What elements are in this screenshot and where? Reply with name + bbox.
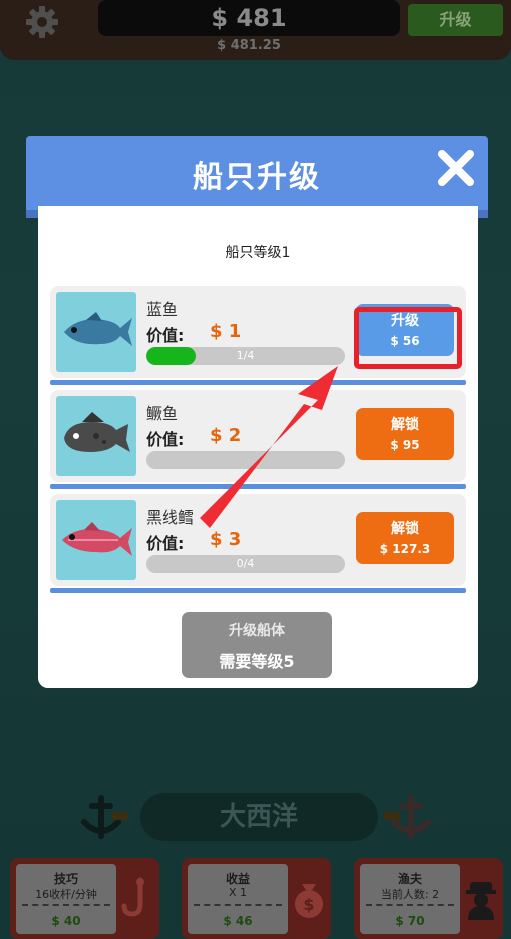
dialog-header: 船只升级 bbox=[26, 136, 488, 218]
fisherman-price: $ 70 bbox=[395, 914, 425, 928]
progress-text: 0/4 bbox=[236, 557, 255, 570]
top-upgrade-button[interactable]: 升级 bbox=[408, 4, 503, 36]
highlight-box bbox=[354, 307, 462, 369]
fish-progress-bar: 1/4 bbox=[146, 347, 345, 365]
skill-card[interactable]: 技巧 16收杆/分钟 $ 40 bbox=[10, 858, 159, 939]
ship-level-label: 船只等级1 bbox=[225, 245, 291, 261]
fish-value: $ 2 bbox=[210, 425, 242, 446]
skill-title: 技巧 bbox=[53, 872, 78, 886]
dialog-body: 船只等级1 蓝鱼 价值: $ 1 1/4 升级 $ 56 鳜鱼 价值: $ 2 … bbox=[38, 206, 478, 688]
fish-row-mandarin: 鳜鱼 价值: $ 2 解锁 $ 95 bbox=[50, 390, 466, 482]
fish-value-label: 价值: bbox=[146, 430, 185, 449]
row-separator bbox=[50, 380, 466, 385]
mandarin-fish-icon bbox=[64, 412, 130, 452]
money-exact: $ 481.25 bbox=[217, 38, 281, 53]
haddock-icon bbox=[62, 522, 132, 556]
svg-text:$: $ bbox=[303, 895, 314, 914]
divider bbox=[194, 904, 282, 906]
fish-value: $ 3 bbox=[210, 529, 242, 550]
unlock-button[interactable]: 解锁 $ 127.3 bbox=[356, 512, 454, 564]
fish-value-label: 价值: bbox=[146, 534, 185, 553]
close-icon[interactable] bbox=[436, 148, 476, 188]
button-cost: $ 95 bbox=[390, 438, 420, 452]
fisherman-card-panel: 渔夫 当前人数: 2 $ 70 bbox=[360, 864, 460, 934]
divider bbox=[366, 904, 454, 906]
fisherman-card[interactable]: 渔夫 当前人数: 2 $ 70 bbox=[354, 858, 503, 939]
anchor-icon-left[interactable] bbox=[72, 792, 130, 842]
hull-button-requirement: 需要等级5 bbox=[219, 652, 295, 671]
upgrade-hull-button[interactable]: 升级船体 需要等级5 bbox=[182, 612, 332, 678]
fish-progress-bar bbox=[146, 451, 345, 469]
fisherman-icon bbox=[466, 882, 496, 920]
fish-name: 蓝鱼 bbox=[146, 300, 179, 319]
fish-thumbnail bbox=[56, 500, 136, 580]
fish-name: 黑线鳕 bbox=[146, 508, 195, 527]
button-label: 解锁 bbox=[391, 521, 419, 537]
fish-progress-bar: 0/4 bbox=[146, 555, 345, 573]
gear-icon[interactable] bbox=[24, 4, 60, 40]
bluefish-icon bbox=[64, 312, 132, 346]
top-bar: $ 481 $ 481.25 升级 bbox=[0, 0, 511, 60]
fish-row-haddock: 黑线鳕 价值: $ 3 0/4 解锁 $ 127.3 bbox=[50, 494, 466, 586]
fisherman-sub: 当前人数: 2 bbox=[380, 888, 440, 901]
progress-text: 1/4 bbox=[236, 349, 255, 362]
fish-value: $ 1 bbox=[210, 321, 242, 342]
ocean-name: 大西洋 bbox=[140, 793, 378, 841]
unlock-button[interactable]: 解锁 $ 95 bbox=[356, 408, 454, 460]
money-bag-icon: $ bbox=[295, 884, 323, 918]
money-display: $ 481 bbox=[98, 0, 400, 36]
anchor-icon-right[interactable] bbox=[382, 792, 440, 842]
button-label: 解锁 bbox=[391, 417, 419, 433]
button-cost: $ 127.3 bbox=[379, 542, 431, 556]
row-separator bbox=[50, 484, 466, 489]
income-price: $ 46 bbox=[223, 914, 253, 928]
skill-price: $ 40 bbox=[51, 914, 81, 928]
divider bbox=[22, 904, 110, 906]
hull-button-title: 升级船体 bbox=[229, 623, 285, 639]
income-card[interactable]: 收益 X 1 $ 46 $ bbox=[182, 858, 331, 939]
income-card-panel: 收益 X 1 $ 46 bbox=[188, 864, 288, 934]
income-title: 收益 bbox=[225, 872, 250, 886]
income-sub: X 1 bbox=[228, 886, 248, 899]
hook-icon bbox=[121, 877, 144, 917]
fish-thumbnail bbox=[56, 396, 136, 476]
fish-thumbnail bbox=[56, 292, 136, 372]
row-separator bbox=[50, 588, 466, 593]
fish-name: 鳜鱼 bbox=[146, 404, 179, 423]
skill-sub: 16收杆/分钟 bbox=[35, 888, 97, 901]
dialog-title: 船只升级 bbox=[193, 160, 321, 195]
skill-card-panel: 技巧 16收杆/分钟 $ 40 bbox=[16, 864, 116, 934]
fish-value-label: 价值: bbox=[146, 326, 185, 345]
fisherman-title: 渔夫 bbox=[397, 872, 422, 886]
